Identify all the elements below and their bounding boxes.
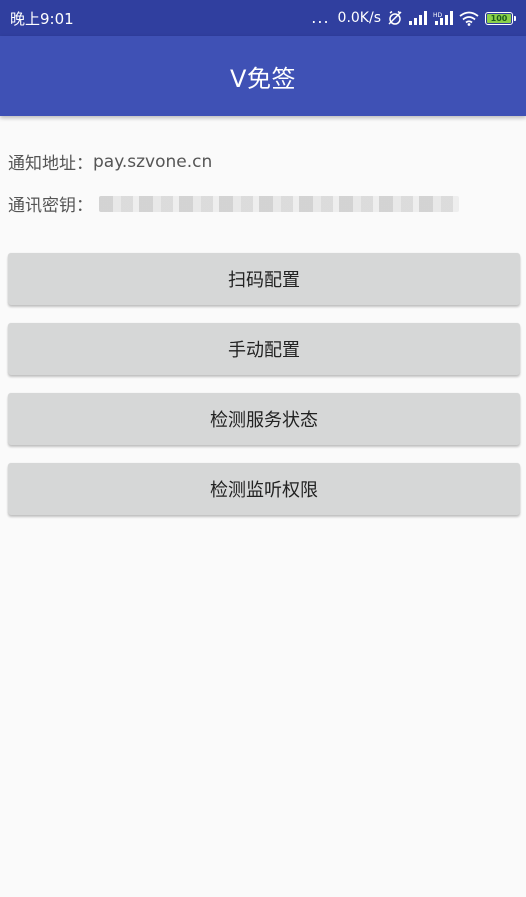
alarm-off-icon (387, 10, 403, 26)
notify-address-value: pay.szvone.cn (93, 151, 213, 172)
status-right: ... 0.0K/s HD 100 (311, 10, 516, 26)
battery-tip (514, 15, 516, 21)
battery-icon: 100 (485, 11, 516, 25)
notify-address-label: 通知地址： (8, 154, 93, 174)
notify-address-row: 通知地址： pay.szvone.cn (8, 149, 213, 175)
wifi-icon (459, 11, 479, 26)
status-bar: 晚上9:01 ... 0.0K/s HD 100 (0, 0, 526, 36)
network-speed: 0.0K/s (337, 10, 381, 26)
comm-key-redacted (99, 195, 459, 212)
comm-key-row: 通讯密钥： (8, 191, 459, 216)
battery-level: 100 (487, 13, 511, 23)
comm-key-label: 通讯密钥： (8, 196, 93, 216)
hd-signal-icon: HD (433, 11, 453, 25)
check-listen-permission-button[interactable]: 检测监听权限 (8, 463, 520, 515)
more-notifications-icon: ... (311, 8, 330, 27)
status-left: 晚上9:01 (10, 8, 74, 29)
check-service-status-button[interactable]: 检测服务状态 (8, 393, 520, 445)
signal-strength-icon (409, 11, 427, 25)
scan-config-button[interactable]: 扫码配置 (8, 253, 520, 305)
svg-text:HD: HD (433, 12, 443, 19)
battery-body: 100 (485, 11, 513, 25)
app-title: V免签 (230, 64, 296, 93)
manual-config-button[interactable]: 手动配置 (8, 323, 520, 375)
status-time: 晚上9:01 (10, 9, 74, 28)
app-bar: V免签 (0, 36, 526, 116)
